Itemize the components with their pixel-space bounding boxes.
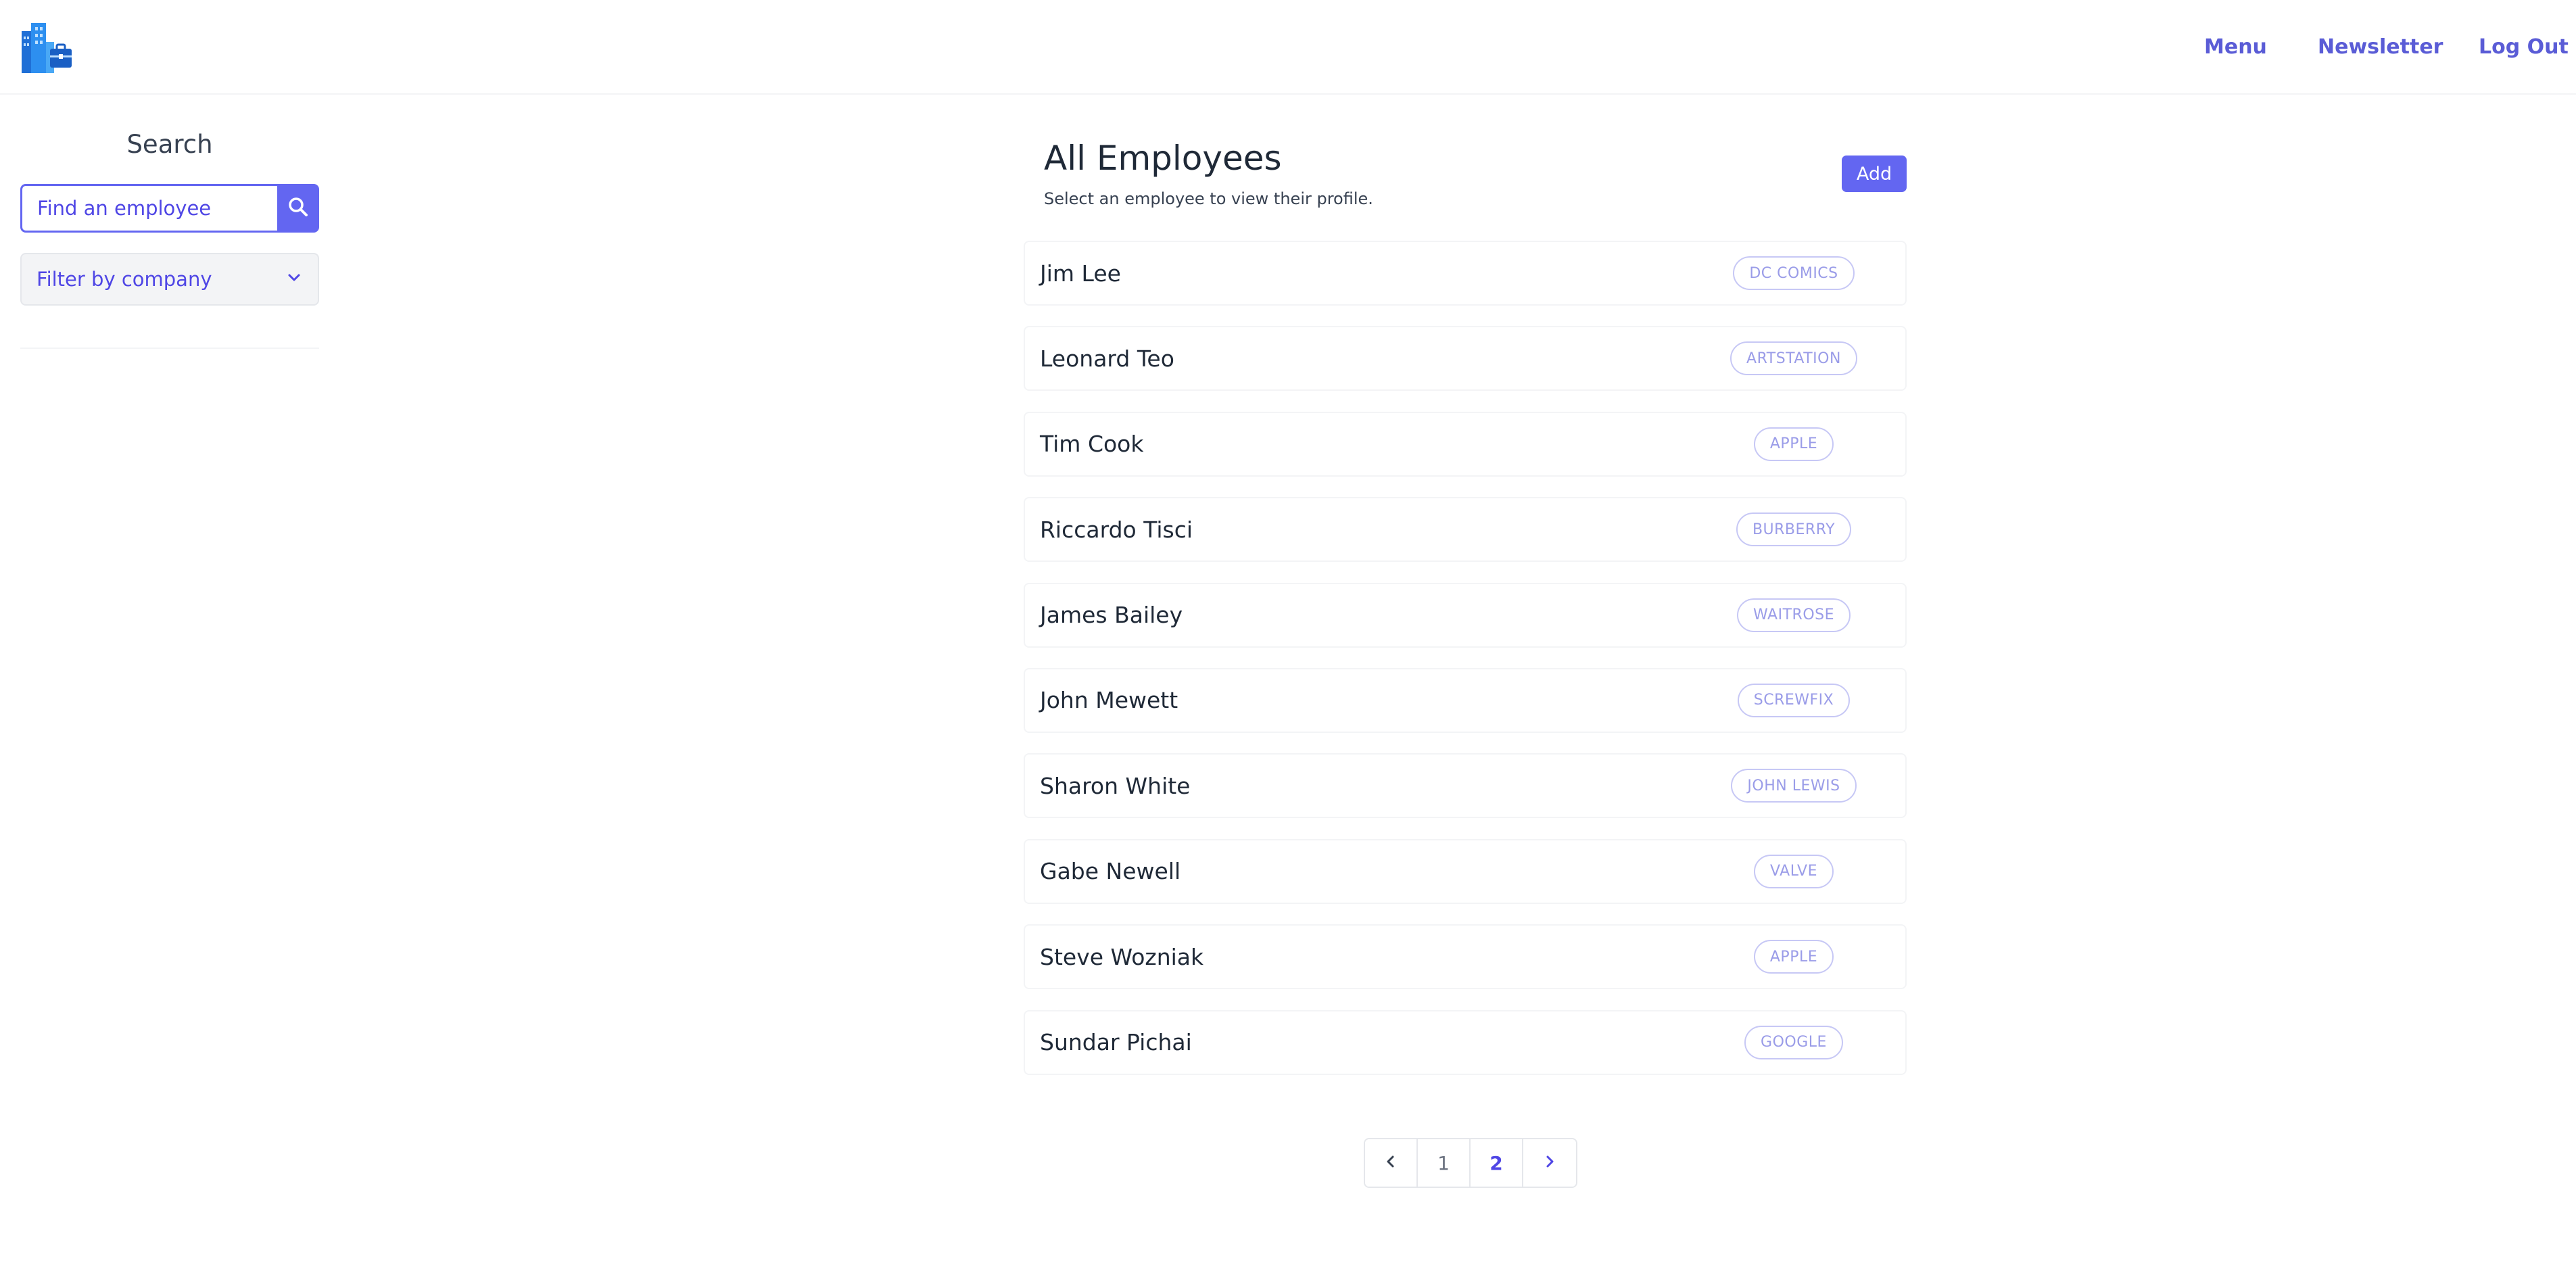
employee-name: Steve Wozniak: [1040, 943, 1204, 970]
search-box: [20, 184, 319, 233]
company-badge: VALVE: [1754, 854, 1834, 888]
page-title: All Employees: [1044, 139, 1282, 178]
nav-logout-link[interactable]: Log Out: [2479, 34, 2569, 61]
pagination: 1 2: [1364, 1138, 1577, 1188]
company-badge: JOHN LEWIS: [1731, 769, 1857, 803]
employee-row[interactable]: Sharon White JOHN LEWIS: [1024, 753, 1907, 819]
page-subtitle: Select an employee to view their profile…: [1044, 189, 1373, 208]
sidebar-divider: [20, 348, 319, 349]
search-icon: [287, 196, 309, 220]
chevron-right-icon: [1542, 1152, 1558, 1174]
employee-row[interactable]: Jim Lee DC COMICS: [1024, 241, 1907, 306]
search-button[interactable]: [277, 184, 319, 233]
employee-name: Tim Cook: [1040, 431, 1144, 458]
add-employee-button[interactable]: Add: [1842, 156, 1907, 192]
pagination-prev-button[interactable]: [1365, 1139, 1418, 1187]
pagination-page-1[interactable]: 1: [1418, 1139, 1471, 1187]
company-filter-select[interactable]: Filter by company: [20, 253, 319, 306]
employee-name: Sharon White: [1040, 772, 1191, 799]
top-navbar: Menu Newsletter Log Out: [0, 0, 2576, 95]
company-badge: WAITROSE: [1737, 598, 1851, 632]
employee-name: James Bailey: [1040, 602, 1183, 629]
nav-newsletter-link[interactable]: Newsletter: [2318, 34, 2443, 61]
company-badge: SCREWFIX: [1737, 683, 1851, 717]
company-badge: BURBERRY: [1736, 512, 1852, 547]
employee-row[interactable]: Steve Wozniak APPLE: [1024, 924, 1907, 990]
company-badge: ARTSTATION: [1730, 341, 1857, 376]
search-input[interactable]: [20, 184, 277, 233]
employee-name: Gabe Newell: [1040, 858, 1181, 885]
employee-row[interactable]: Tim Cook APPLE: [1024, 411, 1907, 477]
employee-name: Sundar Pichai: [1040, 1029, 1192, 1056]
chevron-down-icon: [285, 269, 303, 289]
company-badge: GOOGLE: [1744, 1025, 1843, 1059]
nav-menu-link[interactable]: Menu: [2204, 34, 2267, 61]
employee-name: Leonard Teo: [1040, 345, 1174, 372]
company-filter-label: Filter by company: [37, 268, 212, 291]
employee-name: Jim Lee: [1040, 260, 1121, 287]
pagination-next-button[interactable]: [1523, 1139, 1576, 1187]
employee-row[interactable]: Gabe Newell VALVE: [1024, 838, 1907, 904]
employee-row[interactable]: James Bailey WAITROSE: [1024, 582, 1907, 648]
employee-list: Jim Lee DC COMICS Leonard Teo ARTSTATION…: [1024, 241, 1907, 1095]
employee-row[interactable]: John Mewett SCREWFIX: [1024, 667, 1907, 733]
employee-name: Riccardo Tisci: [1040, 516, 1193, 543]
pagination-page-2[interactable]: 2: [1471, 1139, 1523, 1187]
app-logo-icon[interactable]: [20, 20, 74, 74]
employee-row[interactable]: Leonard Teo ARTSTATION: [1024, 326, 1907, 391]
sidebar-title: Search: [126, 130, 213, 159]
company-badge: APPLE: [1753, 940, 1834, 974]
employee-row[interactable]: Riccardo Tisci BURBERRY: [1024, 497, 1907, 563]
employee-name: John Mewett: [1040, 687, 1178, 714]
company-badge: DC COMICS: [1733, 256, 1855, 290]
chevron-left-icon: [1383, 1152, 1399, 1174]
employee-row[interactable]: Sundar Pichai GOOGLE: [1024, 1009, 1907, 1075]
company-badge: APPLE: [1753, 427, 1834, 461]
